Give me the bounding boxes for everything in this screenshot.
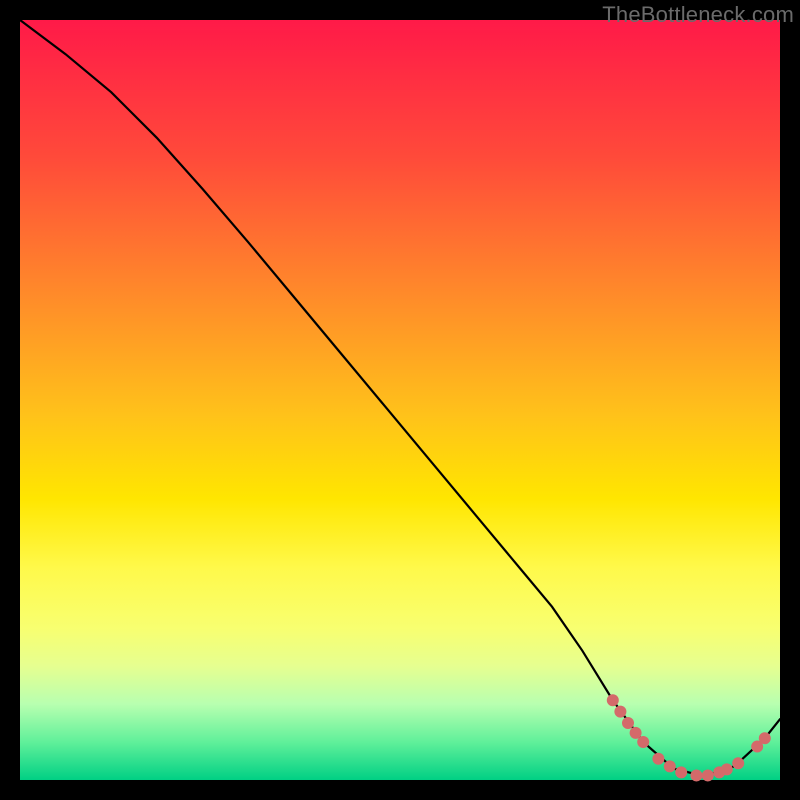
bottleneck-curve-path (20, 20, 780, 776)
plot-area (20, 20, 780, 780)
chart-stage: TheBottleneck.com (0, 0, 800, 800)
highlight-dot (664, 760, 676, 772)
highlight-dot (732, 757, 744, 769)
highlight-dot (622, 717, 634, 729)
highlight-dot (690, 769, 702, 781)
highlight-dot (614, 706, 626, 718)
highlight-dot (607, 694, 619, 706)
chart-svg (20, 20, 780, 780)
highlight-dot (637, 736, 649, 748)
highlight-dots (607, 694, 771, 781)
highlight-dot (652, 753, 664, 765)
watermark-text: TheBottleneck.com (602, 2, 794, 28)
highlight-dot (759, 732, 771, 744)
highlight-dot (675, 766, 687, 778)
highlight-dot (702, 769, 714, 781)
highlight-dot (721, 763, 733, 775)
